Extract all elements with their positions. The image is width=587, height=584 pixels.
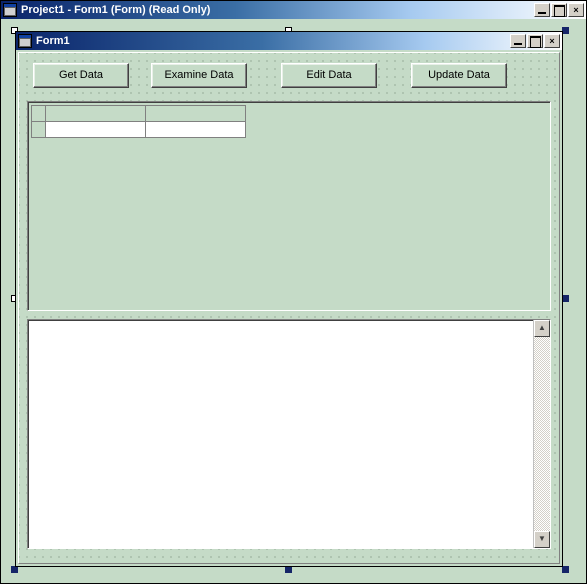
outer-titlebar: Project1 - Form1 (Form) (Read Only) × xyxy=(1,1,586,19)
grid-header-cell[interactable] xyxy=(46,106,146,122)
grid-corner-cell xyxy=(32,106,46,122)
minimize-button[interactable] xyxy=(510,34,526,48)
grid-header-row xyxy=(32,106,246,122)
form-icon xyxy=(18,34,32,48)
form-window-controls: × xyxy=(510,34,560,48)
minimize-button[interactable] xyxy=(534,3,550,17)
scroll-up-button[interactable]: ▲ xyxy=(534,320,550,337)
selection-handle[interactable] xyxy=(562,566,569,573)
grid-header-cell[interactable] xyxy=(146,106,246,122)
text-box[interactable]: ▲ ▼ xyxy=(27,319,551,549)
examine-data-button[interactable]: Examine Data xyxy=(151,63,247,88)
data-grid[interactable] xyxy=(27,101,551,311)
grid-row-header[interactable] xyxy=(32,122,46,138)
vertical-scrollbar[interactable]: ▲ ▼ xyxy=(533,320,550,548)
form-body: Get Data Examine Data Edit Data Update D… xyxy=(18,52,560,564)
selection-handle[interactable] xyxy=(562,295,569,302)
update-data-button[interactable]: Update Data xyxy=(411,63,507,88)
close-button[interactable]: × xyxy=(544,34,560,48)
edit-data-button[interactable]: Edit Data xyxy=(281,63,377,88)
grid-table xyxy=(31,105,246,138)
get-data-button[interactable]: Get Data xyxy=(33,63,129,88)
close-button[interactable]: × xyxy=(568,3,584,17)
scroll-down-button[interactable]: ▼ xyxy=(534,531,550,548)
maximize-button[interactable] xyxy=(551,3,567,17)
form-window: Form1 × Get Data Examine Data Edit Data … xyxy=(15,31,563,567)
grid-cell[interactable] xyxy=(46,122,146,138)
text-area[interactable] xyxy=(28,320,533,548)
designer-window: Project1 - Form1 (Form) (Read Only) × Fo… xyxy=(0,0,587,584)
selection-handle[interactable] xyxy=(11,566,18,573)
grid-cell[interactable] xyxy=(146,122,246,138)
outer-window-title: Project1 - Form1 (Form) (Read Only) xyxy=(21,4,534,16)
maximize-button[interactable] xyxy=(527,34,543,48)
selection-handle[interactable] xyxy=(562,27,569,34)
form-icon xyxy=(3,3,17,17)
designer-surface: Form1 × Get Data Examine Data Edit Data … xyxy=(2,19,585,582)
selection-handle[interactable] xyxy=(285,566,292,573)
table-row xyxy=(32,122,246,138)
form-titlebar: Form1 × xyxy=(16,32,562,50)
scroll-track[interactable] xyxy=(534,337,550,531)
outer-window-controls: × xyxy=(534,3,584,17)
form-title: Form1 xyxy=(36,35,510,47)
